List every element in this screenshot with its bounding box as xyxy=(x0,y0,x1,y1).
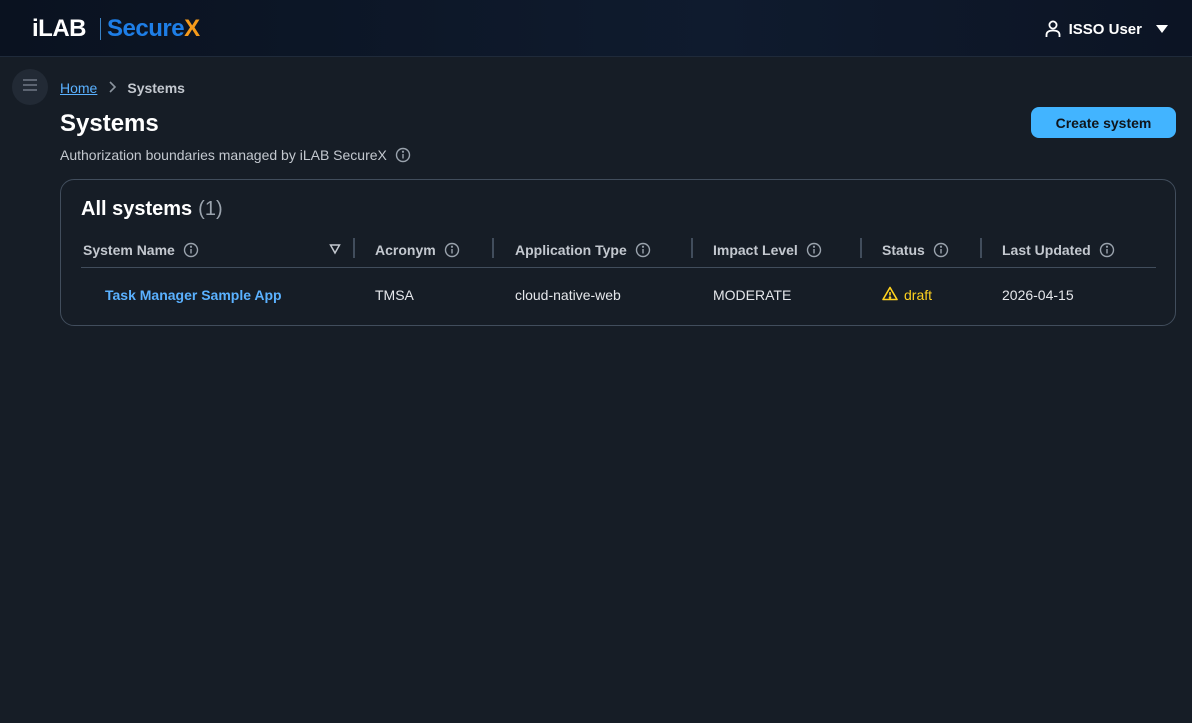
table-header-divider xyxy=(81,267,1156,268)
info-icon[interactable] xyxy=(635,242,651,258)
cell-application-type: cloud-native-web xyxy=(515,287,621,303)
cell-status: draft xyxy=(882,284,932,306)
page-title: Systems xyxy=(60,110,159,137)
breadcrumb-home-link[interactable]: Home xyxy=(60,80,97,96)
user-menu-button[interactable]: ISSO User xyxy=(1045,16,1168,42)
logo-divider xyxy=(100,18,101,40)
column-header-status[interactable]: Status xyxy=(882,238,949,262)
column-divider[interactable] xyxy=(691,238,693,258)
column-divider[interactable] xyxy=(860,238,862,258)
table-header-title: All systems (1) xyxy=(81,198,223,221)
info-icon[interactable] xyxy=(183,242,199,258)
cell-acronym: TMSA xyxy=(375,287,414,303)
column-header-application-type[interactable]: Application Type xyxy=(515,238,651,262)
user-icon xyxy=(1045,20,1061,38)
top-navigation: iLAB Secure X ISSO User xyxy=(0,0,1192,57)
app-logo[interactable]: iLAB Secure X xyxy=(32,14,200,44)
user-name: ISSO User xyxy=(1068,20,1142,38)
column-header-label: Status xyxy=(882,242,925,258)
column-header-label: Application Type xyxy=(515,242,627,258)
logo-ilab-text: iLAB xyxy=(32,15,87,42)
page-description-text: Authorization boundaries managed by iLAB… xyxy=(60,147,387,163)
info-icon[interactable] xyxy=(444,242,460,258)
column-divider[interactable] xyxy=(353,238,355,258)
table-count: (1) xyxy=(198,198,223,220)
chevron-right-icon xyxy=(107,80,117,97)
info-icon[interactable] xyxy=(933,242,949,258)
column-divider[interactable] xyxy=(492,238,494,258)
caret-down-icon xyxy=(1156,24,1168,34)
logo-x-text: X xyxy=(184,15,200,42)
status-badge: draft xyxy=(904,287,933,303)
page-description: Authorization boundaries managed by iLAB… xyxy=(60,145,411,165)
table-title-text: All systems xyxy=(81,198,193,220)
cell-last-updated: 2026-04-15 xyxy=(1002,287,1074,303)
column-divider[interactable] xyxy=(980,238,982,258)
systems-table: All systems (1) System Name Acronym Appli… xyxy=(60,179,1176,326)
cell-impact-level: MODERATE xyxy=(713,287,792,303)
column-header-label: Impact Level xyxy=(713,242,798,258)
column-header-impact-level[interactable]: Impact Level xyxy=(713,238,822,262)
menu-icon xyxy=(22,78,38,97)
info-icon[interactable] xyxy=(806,242,822,258)
column-header-last-updated[interactable]: Last Updated xyxy=(1002,238,1115,262)
column-header-label: Last Updated xyxy=(1002,242,1091,258)
breadcrumb-current: Systems xyxy=(127,80,185,96)
create-system-button[interactable]: Create system xyxy=(1031,107,1176,138)
breadcrumb: Home Systems xyxy=(60,78,185,98)
column-header-label: System Name xyxy=(83,242,175,258)
system-name-link[interactable]: Task Manager Sample App xyxy=(105,287,282,303)
cell-system-name: Task Manager Sample App xyxy=(105,284,282,306)
column-header-acronym[interactable]: Acronym xyxy=(375,238,460,262)
sort-descending-icon[interactable] xyxy=(329,242,341,260)
warning-icon xyxy=(882,286,898,304)
logo-secure-text: Secure xyxy=(107,15,185,42)
info-icon[interactable] xyxy=(1099,242,1115,258)
info-icon[interactable] xyxy=(395,147,411,163)
side-navigation-toggle[interactable] xyxy=(12,69,48,105)
column-header-system-name[interactable]: System Name xyxy=(83,238,199,262)
column-header-label: Acronym xyxy=(375,242,436,258)
